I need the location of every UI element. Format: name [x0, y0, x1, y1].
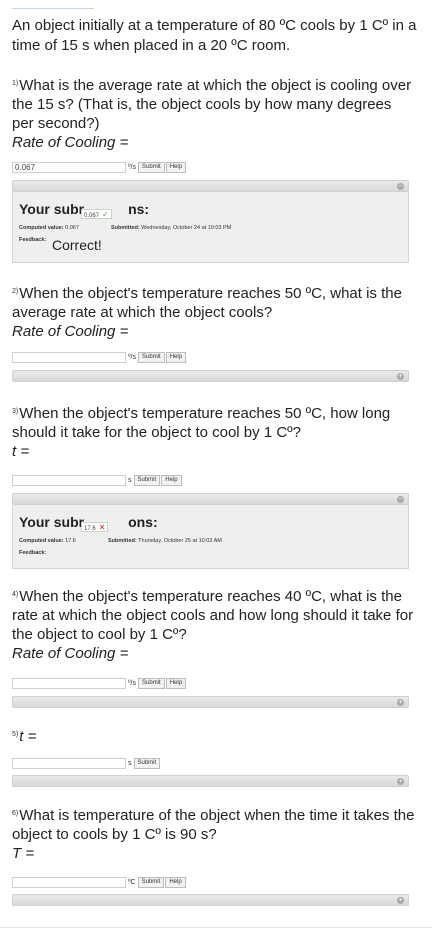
answer-input-5[interactable] [12, 757, 126, 769]
feedback-text: Correct! [52, 237, 102, 253]
answer-row-6: ºC Submit Help [12, 876, 187, 888]
help-button[interactable]: Help [165, 876, 186, 888]
question-3: 3)When the object's temperature reaches … [12, 404, 417, 461]
submissions-toggle-bar-4[interactable]: + [12, 696, 409, 708]
computed-value: Computed value: 17.6 [19, 538, 76, 544]
answer-input-1[interactable] [12, 161, 126, 173]
question-2: 2)When the object's temperature reaches … [12, 284, 417, 341]
submissions-toggle-bar-2[interactable]: + [12, 370, 409, 382]
help-button[interactable]: Help [161, 474, 182, 486]
submissions-panel-3: Your subr ons: 17.6 ✕ Computed value: 17.6… [12, 505, 409, 569]
collapse-icon[interactable]: − [397, 496, 404, 503]
answer-row-4: º/s Submit Help [12, 677, 187, 689]
answer-row-3: s Submit Help [12, 474, 183, 486]
bottom-divider [0, 927, 432, 928]
question-number: 2) [12, 288, 19, 295]
submit-button[interactable]: Submit [133, 474, 161, 486]
expand-icon[interactable]: + [397, 699, 404, 706]
answer-row-2: º/s Submit Help [12, 351, 187, 363]
submitted-time: Submitted: Wednesday, October 24 at 10:0… [111, 225, 232, 231]
unit-label: º/s [128, 679, 137, 687]
question-4-label: Rate of Cooling = [12, 645, 129, 662]
collapse-icon[interactable]: − [397, 183, 404, 190]
question-2-label: Rate of Cooling = [12, 323, 129, 340]
expand-icon[interactable]: + [397, 778, 404, 785]
feedback-label: Feedback: [19, 550, 47, 556]
question-5: 5)t = [12, 727, 417, 746]
expand-icon[interactable]: + [397, 373, 404, 380]
submit-button[interactable]: Submit [133, 757, 161, 769]
answer-row-1: º/s Submit Help [12, 161, 187, 173]
cross-icon: ✕ [98, 523, 106, 532]
submissions-toggle-bar-1[interactable]: − [12, 180, 409, 192]
problem-intro: An object initially at a temperature of … [12, 17, 417, 54]
question-3-label: t = [12, 443, 30, 460]
submit-button[interactable]: Submit [138, 351, 165, 363]
answer-input-2[interactable] [12, 351, 126, 363]
question-2-text: When the object's temperature reaches 50… [12, 285, 402, 321]
submit-button[interactable]: Submit [137, 876, 165, 888]
question-4: 4)When the object's temperature reaches … [12, 587, 417, 663]
submissions-toggle-bar-3[interactable]: − [12, 493, 409, 505]
unit-label: º/s [128, 163, 137, 171]
question-1-text: What is the average rate at which the ob… [12, 77, 412, 132]
question-1-label: Rate of Cooling = [12, 134, 129, 151]
unit-label: ºC [128, 878, 136, 886]
answer-input-3[interactable] [12, 474, 126, 486]
question-5-label: t = [19, 728, 37, 745]
submissions-toggle-bar-5[interactable]: + [12, 775, 409, 787]
question-number: 4) [12, 591, 19, 598]
question-number: 6) [12, 810, 19, 817]
computed-value: Computed value: 0.067 [19, 225, 79, 231]
unit-label: s [128, 476, 132, 484]
answer-input-6[interactable] [12, 876, 126, 888]
question-1: 1)What is the average rate at which the … [12, 76, 417, 152]
submit-button[interactable]: Submit [138, 677, 165, 689]
checkmark-icon: ✓ [102, 210, 109, 219]
question-number: 5) [12, 731, 19, 738]
question-6: 6)What is temperature of the object when… [12, 806, 417, 863]
question-4-text: When the object's temperature reaches 40… [12, 588, 414, 643]
help-button[interactable]: Help [165, 677, 187, 689]
expand-icon[interactable]: + [397, 897, 404, 904]
top-divider [12, 8, 94, 9]
answer-row-5: s Submit [12, 757, 161, 769]
help-button[interactable]: Help [165, 161, 187, 173]
question-3-text: When the object's temperature reaches 50… [12, 405, 391, 441]
feedback-label: Feedback: [19, 237, 47, 243]
answer-input-4[interactable] [12, 677, 126, 689]
submissions-toggle-bar-6[interactable]: + [12, 894, 409, 906]
question-6-label: T = [12, 845, 35, 862]
submit-button[interactable]: Submit [138, 161, 165, 173]
submitted-answer-bubble: 0.067 ✓ [81, 209, 112, 219]
unit-label: º/s [128, 353, 137, 361]
help-button[interactable]: Help [165, 351, 187, 363]
submissions-panel-1: Your subr ns: 0.067 ✓ Computed value: 0.06… [12, 192, 409, 263]
unit-label: s [128, 759, 132, 767]
submitted-time: Submitted: Thursday, October 25 at 10:03… [108, 538, 222, 544]
question-6-text: What is temperature of the object when t… [12, 807, 415, 843]
submitted-answer-bubble: 17.6 ✕ [81, 522, 109, 532]
question-number: 3) [12, 408, 19, 415]
question-number: 1) [12, 80, 19, 87]
